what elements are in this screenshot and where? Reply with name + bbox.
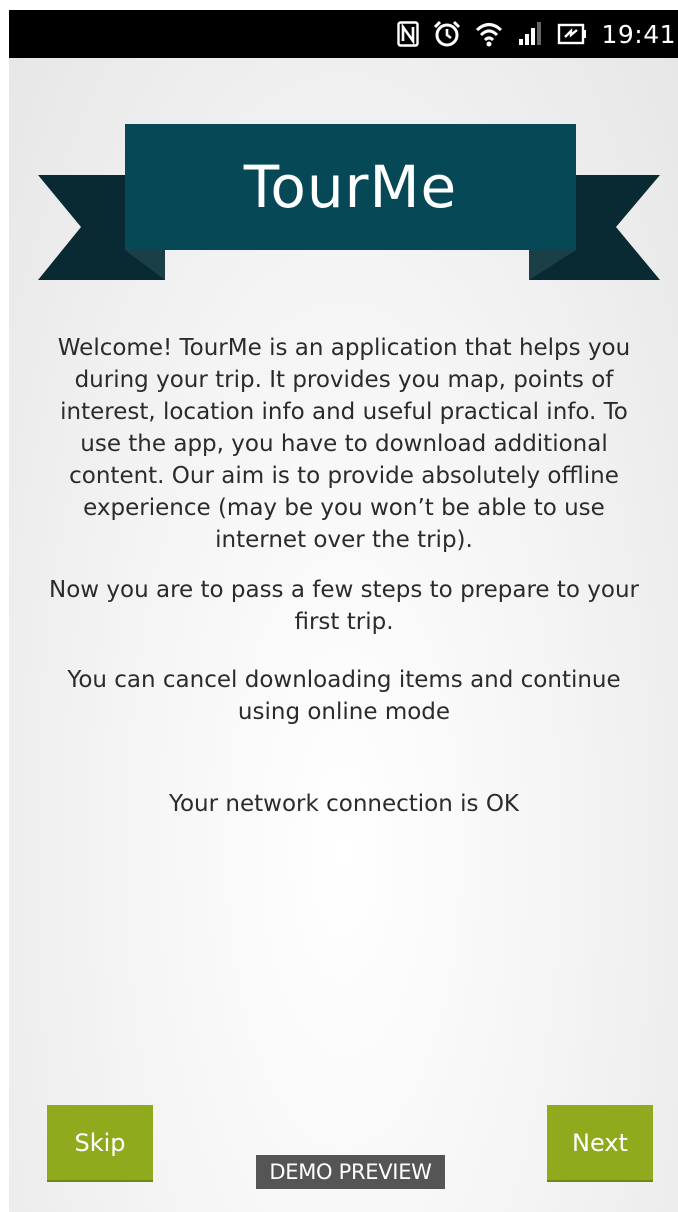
alarm-icon [433, 20, 461, 48]
next-button[interactable]: Next [547, 1105, 653, 1180]
skip-button[interactable]: Skip [47, 1105, 153, 1180]
demo-preview-label: DEMO PREVIEW [256, 1155, 445, 1189]
wifi-icon [475, 20, 503, 48]
app-title: TourMe [243, 153, 458, 221]
status-icons: 19:41 [397, 10, 678, 58]
welcome-text: Welcome! TourMe is an application that h… [57, 335, 631, 553]
app-screen: 19:41 TourMe Welcome! TourMe is an appli… [9, 10, 678, 1212]
battery-icon [557, 22, 587, 46]
cancel-info-text: You can cancel downloading items and con… [67, 667, 621, 725]
clock: 19:41 [601, 19, 676, 49]
signal-icon [517, 21, 543, 47]
status-bar: 19:41 [9, 10, 678, 58]
title-banner: TourMe [9, 124, 678, 284]
steps-text: Now you are to pass a few steps to prepa… [49, 577, 639, 635]
network-status-text: Your network connection is OK [168, 791, 520, 817]
nfc-icon [397, 21, 420, 47]
